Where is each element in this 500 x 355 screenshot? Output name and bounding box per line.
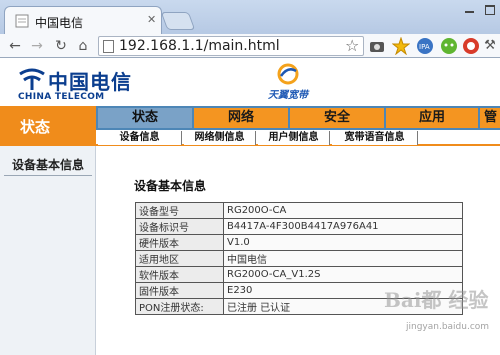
tab-status[interactable]: 状态 <box>98 108 192 128</box>
row-key: 固件版本 <box>135 282 224 299</box>
browser-tab[interactable]: 中国电信 ✕ <box>4 6 162 34</box>
tab-management[interactable]: 管 <box>480 108 500 128</box>
sidebar-item-device-basic-info[interactable]: 设备基本信息 <box>0 156 96 176</box>
row-key: 设备型号 <box>135 202 224 219</box>
browser-tabstrip: 中国电信 ✕ <box>0 0 500 34</box>
green-extension-icon[interactable] <box>440 37 458 55</box>
section-header-label: 状态 <box>20 118 51 136</box>
watermark-url: jingyan.baidu.com <box>406 322 490 332</box>
favicon-icon <box>15 14 29 28</box>
product-name: 天翼宽带 <box>268 90 308 101</box>
page-title: 设备基本信息 <box>134 179 207 193</box>
china-telecom-logo-icon <box>19 68 45 90</box>
watermark-logo: Bai都 经验 <box>384 288 489 312</box>
star-extension-icon[interactable] <box>392 37 410 55</box>
tab-applications[interactable]: 应用 <box>386 108 478 128</box>
address-bar[interactable]: ☆ <box>98 36 364 56</box>
back-icon[interactable]: ← <box>6 37 24 55</box>
subtab-network-side-info[interactable]: 网络侧信息 <box>184 131 256 145</box>
logo-chinese-text: 中国电信 <box>48 70 132 94</box>
table-row: 设备型号 RG200O-CA <box>135 202 463 219</box>
row-value: RG200O-CA_V1.2S <box>223 266 463 283</box>
camera-extension-icon[interactable] <box>368 37 386 55</box>
router-header: 中国电信 CHINA TELECOM 天翼宽带 <box>0 58 500 106</box>
minimize-icon[interactable] <box>462 3 478 15</box>
url-input[interactable] <box>119 37 341 55</box>
wrench-menu-icon[interactable]: ⚒ <box>481 37 499 55</box>
red-extension-icon[interactable] <box>462 37 480 55</box>
tab-title: 中国电信 <box>35 16 84 30</box>
sidebar-divider <box>4 175 92 176</box>
tianyi-logo-icon <box>277 63 299 85</box>
row-key: 硬件版本 <box>135 234 224 251</box>
row-value: B4417A-4F300B4417A976A41 <box>223 218 463 235</box>
row-value: V1.0 <box>223 234 463 251</box>
logo-english-text: CHINA TELECOM <box>18 92 105 102</box>
tab-close-icon[interactable]: ✕ <box>147 13 156 26</box>
browser-toolbar: ← → ↻ ⌂ ☆ IPA ⚒ <box>0 34 500 58</box>
forward-icon[interactable]: → <box>28 37 46 55</box>
row-value: RG200O-CA <box>223 202 463 219</box>
table-row: 适用地区 中国电信 <box>135 250 463 267</box>
section-header: 状态 <box>0 106 96 146</box>
table-row: 软件版本 RG200O-CA_V1.2S <box>135 266 463 283</box>
maximize-icon[interactable] <box>482 3 498 15</box>
svg-text:IPA: IPA <box>419 43 430 51</box>
subtab-broadband-voice-info[interactable]: 宽带语音信息 <box>332 131 418 145</box>
table-row: 设备标识号 B4417A-4F300B4417A976A41 <box>135 218 463 235</box>
ipa-extension-icon[interactable]: IPA <box>416 37 434 55</box>
page-icon <box>103 40 114 53</box>
subtab-user-side-info[interactable]: 用户侧信息 <box>258 131 330 145</box>
row-key: PON注册状态: <box>135 298 224 315</box>
left-sidebar: 设备基本信息 <box>0 146 96 355</box>
row-key: 软件版本 <box>135 266 224 283</box>
table-row: 硬件版本 V1.0 <box>135 234 463 251</box>
tab-network[interactable]: 网络 <box>194 108 288 128</box>
reload-icon[interactable]: ↻ <box>52 37 70 55</box>
subtab-device-info[interactable]: 设备信息 <box>98 131 182 145</box>
row-value: 中国电信 <box>223 250 463 267</box>
row-key: 设备标识号 <box>135 218 224 235</box>
home-icon[interactable]: ⌂ <box>74 37 92 55</box>
new-tab-button[interactable] <box>160 12 196 30</box>
row-key: 适用地区 <box>135 250 224 267</box>
bookmark-star-icon[interactable]: ☆ <box>345 36 359 55</box>
tab-security[interactable]: 安全 <box>290 108 384 128</box>
